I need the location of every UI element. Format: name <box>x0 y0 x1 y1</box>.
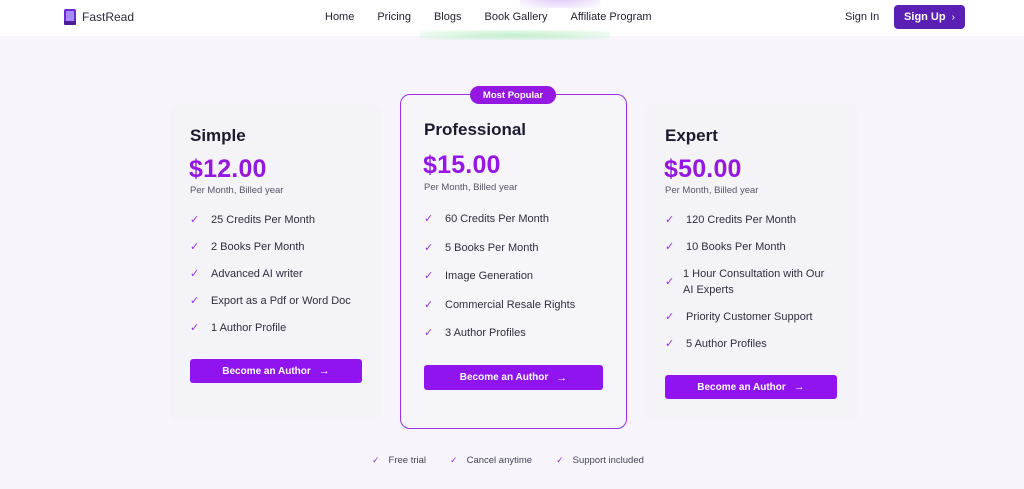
become-author-button[interactable]: Become an Author → <box>190 359 362 383</box>
plan-name: Simple <box>190 126 246 145</box>
book-logo-icon <box>64 9 76 25</box>
sign-up-button[interactable]: Sign Up › <box>894 5 965 29</box>
check-icon: ✓ <box>190 268 200 280</box>
become-author-button[interactable]: Become an Author → <box>424 365 603 390</box>
feature-item: ✓ 120 Credits Per Month <box>665 212 845 228</box>
cta-label: Become an Author <box>459 372 549 383</box>
brand-name: FastRead <box>82 10 135 24</box>
feature-text: 25 Credits Per Month <box>211 214 315 226</box>
feature-text: Advanced AI writer <box>211 268 303 280</box>
check-icon: ✓ <box>665 276 675 288</box>
feature-text: 5 Author Profiles <box>686 338 767 350</box>
perk-text: Cancel anytime <box>466 455 533 466</box>
feature-text: Export as a Pdf or Word Doc <box>211 295 351 307</box>
feature-text: 1 Author Profile <box>211 322 287 334</box>
cta-label: Become an Author <box>697 381 786 393</box>
perk-item: ✓ Support included <box>556 455 644 466</box>
plan-billing: Per Month, Billed year <box>665 185 759 196</box>
cta-label: Become an Author <box>222 365 311 377</box>
plan-billing: Per Month, Billed year <box>190 185 284 196</box>
feature-item: ✓ 1 Hour Consultation with Our AI Experts <box>665 266 845 298</box>
brand-logo[interactable]: FastRead <box>63 8 134 26</box>
main-nav: Home Pricing Blogs Book Gallery Affiliat… <box>325 11 652 23</box>
feature-item: ✓ 1 Author Profile <box>190 320 370 336</box>
feature-text: Commercial Resale Rights <box>445 298 576 311</box>
check-icon: ✓ <box>190 214 200 226</box>
header-glow-decoration <box>420 30 610 40</box>
feature-text: 120 Credits Per Month <box>686 214 797 226</box>
feature-text: 5 Books Per Month <box>445 241 539 254</box>
nav-link-home[interactable]: Home <box>325 11 354 23</box>
feature-item: ✓ 5 Author Profiles <box>665 336 845 352</box>
plan-name: Professional <box>424 120 527 139</box>
arrow-right-icon: → <box>556 371 568 384</box>
feature-item: ✓ Commercial Resale Rights <box>424 297 614 313</box>
check-icon: ✓ <box>424 213 434 225</box>
chevron-right-icon: › <box>951 11 955 23</box>
plan-price: $50.00 <box>664 155 742 183</box>
check-icon: ✓ <box>190 241 200 253</box>
nav-link-affiliate-program[interactable]: Affiliate Program <box>570 11 651 23</box>
feature-item: ✓ 25 Credits Per Month <box>190 212 370 228</box>
arrow-right-icon: → <box>793 381 805 393</box>
feature-text: 10 Books Per Month <box>686 241 786 253</box>
check-icon: ✓ <box>424 327 434 339</box>
feature-item: ✓ Image Generation <box>424 268 614 284</box>
check-icon: ✓ <box>665 241 675 253</box>
feature-item: ✓ 3 Author Profiles <box>424 325 614 341</box>
feature-item: ✓ 10 Books Per Month <box>665 239 845 255</box>
nav-link-pricing[interactable]: Pricing <box>377 11 411 23</box>
feature-text: 1 Hour Consultation with Our AI Experts <box>683 268 825 296</box>
check-icon: ✓ <box>665 311 675 323</box>
plan-billing: Per Month, Billed year <box>424 182 518 193</box>
perks-row: ✓ Free trial ✓ Cancel anytime ✓ Support … <box>372 455 644 466</box>
check-icon: ✓ <box>450 455 458 465</box>
plan-price: $15.00 <box>423 151 501 179</box>
check-icon: ✓ <box>424 298 434 311</box>
plan-price: $12.00 <box>189 155 267 183</box>
check-icon: ✓ <box>665 214 675 226</box>
feature-text: Priority Customer Support <box>686 311 813 323</box>
perk-text: Free trial <box>388 455 427 466</box>
feature-text: 3 Author Profiles <box>445 327 526 339</box>
feature-item: ✓ 5 Books Per Month <box>424 240 614 256</box>
check-icon: ✓ <box>665 338 675 350</box>
feature-text: 60 Credits Per Month <box>445 213 549 225</box>
check-icon: ✓ <box>372 455 380 465</box>
feature-item: ✓ Advanced AI writer <box>190 266 370 282</box>
sign-in-link[interactable]: Sign In <box>845 11 879 23</box>
plan-name: Expert <box>665 126 718 145</box>
feature-list: ✓ 25 Credits Per Month ✓ 2 Books Per Month… <box>190 212 370 336</box>
feature-item: ✓ Export as a Pdf or Word Doc <box>190 293 370 309</box>
check-icon: ✓ <box>190 322 200 334</box>
feature-item: ✓ Priority Customer Support <box>665 309 845 325</box>
sign-up-label: Sign Up <box>904 11 946 23</box>
feature-text: Image Generation <box>445 270 534 282</box>
feature-text: 2 Books Per Month <box>211 241 305 253</box>
check-icon: ✓ <box>424 241 434 254</box>
arrow-right-icon: → <box>318 365 330 377</box>
nav-link-blogs[interactable]: Blogs <box>434 11 462 23</box>
top-navbar: FastRead Home Pricing Blogs Book Gallery… <box>0 0 1024 40</box>
feature-item: ✓ 60 Credits Per Month <box>424 211 614 227</box>
perk-item: ✓ Free trial <box>372 455 426 466</box>
check-icon: ✓ <box>556 455 564 465</box>
check-icon: ✓ <box>424 270 434 282</box>
feature-item: ✓ 2 Books Per Month <box>190 239 370 255</box>
most-popular-badge: Most Popular <box>470 86 556 104</box>
perk-item: ✓ Cancel anytime <box>450 455 532 466</box>
check-icon: ✓ <box>190 295 200 307</box>
feature-list: ✓ 60 Credits Per Month ✓ 5 Books Per Month… <box>424 211 614 341</box>
nav-link-book-gallery[interactable]: Book Gallery <box>485 11 548 23</box>
perk-text: Support included <box>572 455 644 466</box>
become-author-button[interactable]: Become an Author → <box>665 375 837 399</box>
feature-list: ✓ 120 Credits Per Month ✓ 10 Books Per Mon… <box>665 212 845 352</box>
header-glow-decoration <box>520 0 600 8</box>
